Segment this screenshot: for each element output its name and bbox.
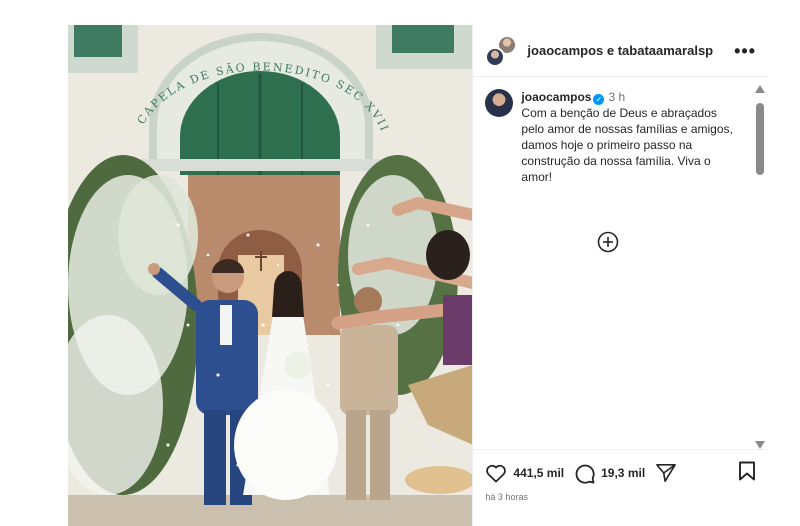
share-button[interactable] bbox=[655, 463, 677, 483]
collab-avatars[interactable] bbox=[485, 34, 518, 67]
scroll-up-arrow-icon[interactable] bbox=[755, 85, 765, 93]
avatar[interactable] bbox=[485, 89, 514, 117]
post-sidebar: joaocampos e tabataamaralsp ••• joaocamp… bbox=[472, 25, 769, 526]
comments-scrollbar[interactable] bbox=[754, 85, 766, 449]
comments-area: joaocampos ✓ 3 h Com a benção de Deus e ab… bbox=[473, 77, 768, 447]
comments-count[interactable]: 19,3 mil bbox=[601, 466, 645, 480]
instagram-post: CAPELA DE SÃO BENEDITO SEC XVIII joaocam… bbox=[68, 25, 769, 526]
caption-text-block: joaocampos ✓ 3 h Com a benção de Deus e ab… bbox=[521, 89, 741, 185]
add-comment-icon[interactable] bbox=[597, 231, 619, 253]
post-actions: 441,5 mil 19,3 mil há 3 horas bbox=[473, 449, 769, 526]
post-header: joaocampos e tabataamaralsp ••• bbox=[473, 25, 768, 77]
scroll-thumb[interactable] bbox=[756, 103, 764, 175]
post-timestamp[interactable]: há 3 horas bbox=[485, 492, 756, 502]
caption-username[interactable]: joaocampos bbox=[521, 90, 591, 104]
avatar[interactable] bbox=[485, 46, 506, 67]
send-paper-plane-icon[interactable] bbox=[655, 463, 677, 483]
bookmark-icon[interactable] bbox=[738, 461, 756, 481]
save-button[interactable] bbox=[738, 461, 756, 486]
caption-body: Com a benção de Deus e abraçados pelo am… bbox=[521, 106, 733, 184]
more-options-icon[interactable]: ••• bbox=[734, 42, 756, 60]
comment-button[interactable]: 19,3 mil bbox=[574, 463, 645, 484]
verified-badge-icon: ✓ bbox=[593, 94, 605, 105]
caption: joaocampos ✓ 3 h Com a benção de Deus e ab… bbox=[473, 77, 753, 185]
post-authors[interactable]: joaocampos e tabataamaralsp bbox=[527, 43, 734, 58]
post-photo[interactable]: CAPELA DE SÃO BENEDITO SEC XVIII bbox=[68, 25, 473, 526]
scroll-down-arrow-icon[interactable] bbox=[755, 441, 765, 449]
caption-time[interactable]: 3 h bbox=[608, 90, 625, 104]
likes-count[interactable]: 441,5 mil bbox=[513, 466, 564, 480]
like-button[interactable]: 441,5 mil bbox=[485, 463, 564, 483]
wedding-photo-illustration: CAPELA DE SÃO BENEDITO SEC XVIII bbox=[68, 25, 473, 526]
action-bar: 441,5 mil 19,3 mil bbox=[485, 460, 756, 486]
heart-icon[interactable] bbox=[485, 463, 507, 483]
comment-bubble-icon[interactable] bbox=[574, 463, 595, 484]
